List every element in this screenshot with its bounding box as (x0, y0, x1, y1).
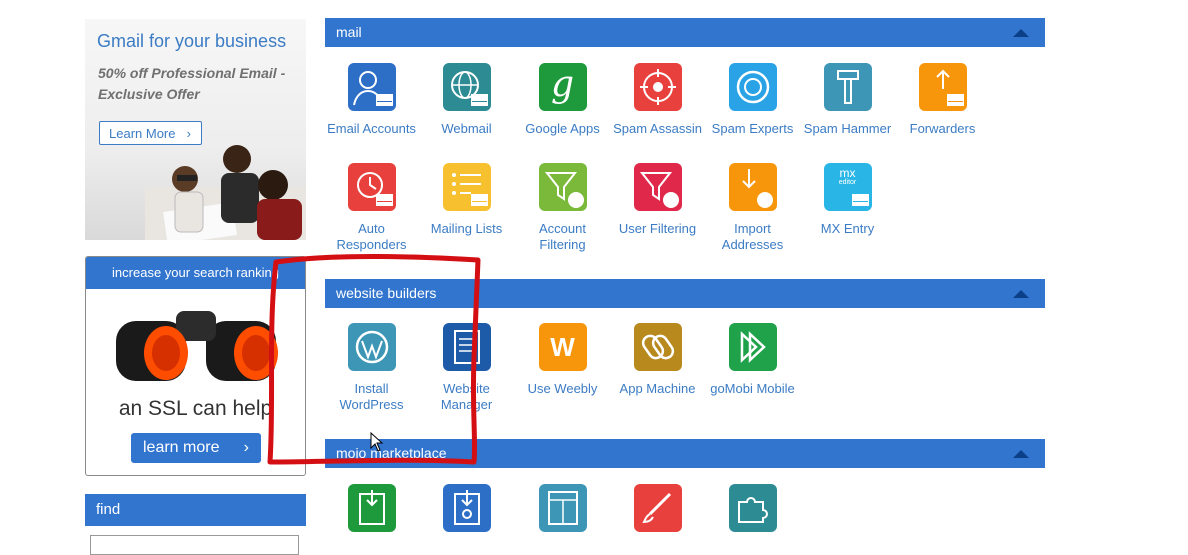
tile-label: goMobi Mobile (710, 381, 795, 396)
import-addresses-icon (728, 163, 777, 211)
webmail-tile[interactable]: Webmail (419, 63, 514, 137)
mx-glyph: mx (839, 166, 856, 180)
app-machine-icon (633, 323, 682, 371)
tile-label: Google Apps (525, 121, 600, 136)
tile-label: Mailing Lists (430, 221, 503, 236)
promo-learn-more-button[interactable]: Learn More › (99, 121, 202, 145)
gomobi-tile[interactable]: goMobi Mobile (705, 323, 800, 397)
business-people-photo (145, 145, 306, 240)
auto-responders-icon (347, 163, 396, 211)
promo-title: Gmail for your business (97, 31, 287, 51)
mouse-cursor-icon (370, 432, 384, 452)
mailing-lists-icon (442, 163, 491, 211)
tile-label: Import Addresses (721, 221, 784, 252)
mojo-tile-plugins[interactable] (705, 484, 800, 532)
gmail-promo-banner[interactable]: Gmail for your business 50% off Professi… (85, 19, 306, 240)
spam-hammer-icon (823, 63, 872, 111)
gomobi-icon (728, 323, 777, 371)
tile-label: Forwarders (909, 121, 976, 136)
collapse-arrow-icon[interactable] (1013, 450, 1029, 458)
chevron-right-icon: › (186, 126, 191, 141)
mailing-lists-tile[interactable]: Mailing Lists (419, 163, 514, 237)
forwarders-tile[interactable]: Forwarders (895, 63, 990, 137)
account-filtering-icon (538, 163, 587, 211)
webmail-icon (442, 63, 491, 111)
google-g-glyph: g (550, 64, 575, 105)
mx-entry-icon: mx editor (823, 163, 872, 211)
spam-experts-icon (728, 63, 777, 111)
tile-label: MX Entry (820, 221, 875, 236)
mx-entry-tile[interactable]: mx editor MX Entry (800, 163, 895, 237)
find-header: find (85, 494, 306, 526)
section-title: mail (336, 24, 362, 40)
use-weebly-tile[interactable]: W Use Weebly (515, 323, 610, 397)
promo-subtitle: 50% off Professional Email - Exclusive O… (98, 65, 286, 102)
mojo-tile-download[interactable] (324, 484, 419, 532)
ssl-learn-more-button[interactable]: learn more › (131, 433, 261, 463)
collapse-arrow-icon[interactable] (1013, 290, 1029, 298)
mx-sub-glyph: editor (838, 179, 857, 186)
auto-responders-tile[interactable]: Auto Responders (324, 163, 419, 253)
weebly-glyph: W (550, 332, 575, 362)
spam-experts-tile[interactable]: Spam Experts (705, 63, 800, 137)
user-filtering-icon (633, 163, 682, 211)
install-icon (442, 484, 491, 532)
find-input[interactable] (90, 535, 299, 555)
section-mail-header[interactable]: mail (325, 18, 1045, 47)
tile-label: Spam Experts (711, 121, 794, 136)
ssl-learn-more-label: learn more (143, 439, 220, 456)
mojo-tile-design[interactable] (610, 484, 705, 532)
collapse-arrow-icon[interactable] (1013, 29, 1029, 37)
download-one-icon (347, 484, 396, 532)
google-apps-tile[interactable]: g Google Apps (515, 63, 610, 137)
chevron-right-icon: › (243, 439, 249, 456)
forwarders-icon (918, 63, 967, 111)
template-icon (538, 484, 587, 532)
account-filtering-tile[interactable]: Account Filtering (515, 163, 610, 253)
import-addresses-tile[interactable]: Import Addresses (705, 163, 800, 253)
brush-icon (633, 484, 682, 532)
tile-label: Email Accounts (327, 121, 416, 136)
tile-label: User Filtering (618, 221, 697, 236)
google-apps-icon: g (538, 63, 587, 111)
email-accounts-tile[interactable]: Email Accounts (324, 63, 419, 137)
email-accounts-icon (347, 63, 396, 111)
tile-label: Spam Hammer (803, 121, 892, 136)
weebly-icon: W (538, 323, 587, 371)
user-filtering-tile[interactable]: User Filtering (610, 163, 705, 237)
tile-label: Account Filtering (539, 221, 586, 252)
tile-label: App Machine (619, 381, 696, 396)
spam-hammer-tile[interactable]: Spam Hammer (800, 63, 895, 137)
promo-learn-more-label: Learn More (109, 126, 176, 141)
puzzle-icon (728, 484, 777, 532)
tile-label: Spam Assassin (613, 121, 702, 136)
app-machine-tile[interactable]: App Machine (610, 323, 705, 397)
spam-assassin-tile[interactable]: Spam Assassin (610, 63, 705, 137)
mojo-tile-templates[interactable] (515, 484, 610, 532)
tile-label: Webmail (441, 121, 492, 136)
tile-label: Use Weebly (527, 381, 598, 396)
spam-assassin-icon (633, 63, 682, 111)
mojo-tile-install[interactable] (419, 484, 514, 532)
